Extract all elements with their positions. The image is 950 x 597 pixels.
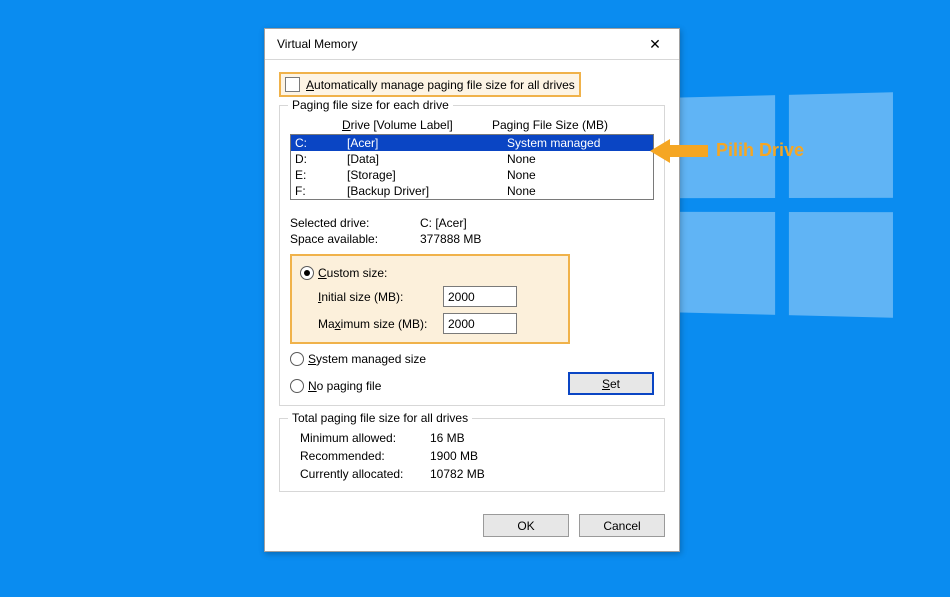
min-allowed-row: Minimum allowed:16 MB [300,431,654,445]
annotation-label: Pilih Drive [716,140,804,161]
arrow-left-icon [650,142,708,160]
window-title: Virtual Memory [277,37,639,51]
recommended-row: Recommended:1900 MB [300,449,654,463]
set-button[interactable]: Set [568,372,654,395]
auto-manage-checkbox[interactable] [285,77,300,92]
drive-row-d[interactable]: D: [Data] None [291,151,653,167]
titlebar: Virtual Memory ✕ [265,29,679,60]
drive-list[interactable]: C: [Acer] System managed D: [Data] None … [290,134,654,200]
drive-row-c[interactable]: C: [Acer] System managed [291,135,653,151]
currently-allocated-row: Currently allocated:10782 MB [300,467,654,481]
drive-list-header: Drive [Volume Label] Paging File Size (M… [290,118,654,132]
initial-size-input[interactable] [443,286,517,307]
radio-icon [300,266,314,280]
drive-group: Paging file size for each drive Drive [V… [279,105,665,406]
space-available-row: Space available: 377888 MB [290,232,654,246]
virtual-memory-dialog: Virtual Memory ✕ Automatically manage pa… [264,28,680,552]
maximum-size-input[interactable] [443,313,517,334]
auto-manage-label[interactable]: Automatically manage paging file size fo… [306,78,575,92]
no-paging-radio[interactable]: No paging file [290,379,381,393]
selected-drive-row: Selected drive: C: [Acer] [290,216,654,230]
custom-size-highlight: Custom size: Initial size (MB): Maximum … [290,254,570,344]
radio-icon [290,352,304,366]
totals-legend: Total paging file size for all drives [288,411,472,425]
drive-row-e[interactable]: E: [Storage] None [291,167,653,183]
close-icon[interactable]: ✕ [639,33,671,55]
radio-icon [290,379,304,393]
drive-group-legend: Paging file size for each drive [288,98,453,112]
drive-row-f[interactable]: F: [Backup Driver] None [291,183,653,199]
annotation-arrow: Pilih Drive [650,140,804,161]
custom-size-radio[interactable]: Custom size: [300,266,560,280]
totals-group: Total paging file size for all drives Mi… [279,418,665,492]
initial-size-row: Initial size (MB): [318,286,560,307]
system-managed-radio[interactable]: System managed size [290,352,654,366]
windows-logo [676,92,893,317]
cancel-button[interactable]: Cancel [579,514,665,537]
auto-manage-highlight: Automatically manage paging file size fo… [279,72,581,97]
maximum-size-row: Maximum size (MB): [318,313,560,334]
desktop: Virtual Memory ✕ Automatically manage pa… [0,0,950,597]
dialog-buttons: OK Cancel [265,504,679,551]
ok-button[interactable]: OK [483,514,569,537]
